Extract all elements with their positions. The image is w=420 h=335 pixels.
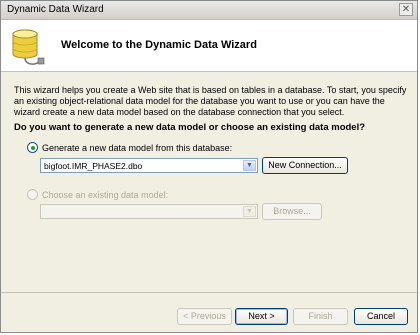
cancel-button[interactable]: Cancel [354, 308, 408, 325]
header-title: Welcome to the Dynamic Data Wizard [61, 39, 257, 51]
database-icon [12, 29, 45, 65]
chevron-down-icon[interactable]: ▼ [243, 206, 256, 217]
wizard-header: Welcome to the Dynamic Data Wizard [1, 20, 417, 72]
connection-value: bigfoot.IMR_PHASE2.dbo [44, 161, 143, 171]
previous-button[interactable]: < Previous [177, 308, 232, 325]
choose-existing-radio[interactable] [27, 189, 38, 200]
existing-model-dropdown[interactable]: ▼ [40, 204, 258, 219]
wizard-description: This wizard helps you create a Web site … [14, 85, 407, 117]
generate-new-radio[interactable] [27, 142, 38, 153]
new-connection-button[interactable]: New Connection... [262, 157, 348, 174]
model-question: Do you want to generate a new data model… [14, 122, 366, 133]
window-title: Dynamic Data Wizard [7, 4, 104, 15]
choose-existing-label[interactable]: Choose an existing data model: [42, 190, 168, 200]
close-icon[interactable]: ✕ [399, 3, 413, 16]
title-bar[interactable]: Dynamic Data Wizard ✕ [1, 1, 417, 20]
wizard-window: Dynamic Data Wizard ✕ Welcome to the Dyn… [0, 0, 418, 333]
browse-button[interactable]: Browse... [262, 203, 322, 220]
chevron-down-icon[interactable]: ▼ [243, 160, 256, 171]
finish-button[interactable]: Finish [293, 308, 348, 325]
next-button[interactable]: Next > [235, 308, 288, 325]
connection-dropdown[interactable]: bigfoot.IMR_PHASE2.dbo ▼ [40, 158, 258, 173]
generate-new-label[interactable]: Generate a new data model from this data… [42, 143, 232, 153]
footer-separator [1, 292, 417, 293]
radio-selected-dot [30, 145, 35, 150]
